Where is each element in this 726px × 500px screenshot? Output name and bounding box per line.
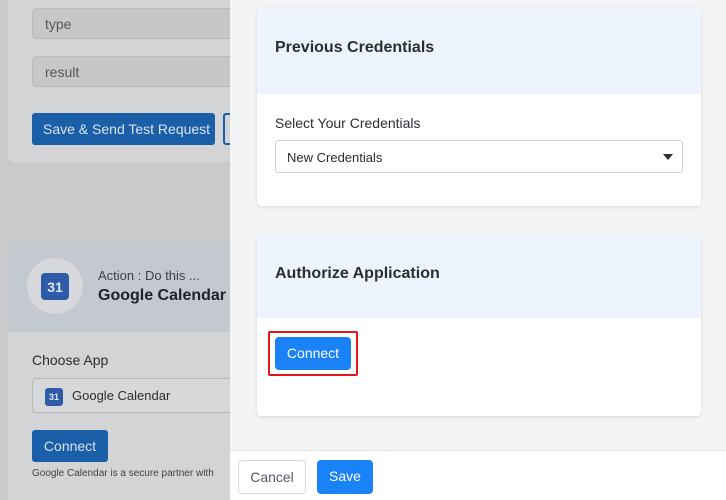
secure-partner-note: Google Calendar is a secure partner with xyxy=(32,468,214,479)
authorize-application-header: Authorize Application xyxy=(257,234,701,318)
background-page: type result Save & Send Test Request 31 … xyxy=(0,0,230,500)
action-subtitle: Action : Do this ... xyxy=(98,268,200,283)
save-send-test-button[interactable]: Save & Send Test Request xyxy=(32,113,215,145)
type-field[interactable]: type xyxy=(32,8,230,39)
select-credentials-label: Select Your Credentials xyxy=(275,115,421,131)
authorize-application-card: Authorize Application Connect xyxy=(257,234,701,416)
drawer-footer: Cancel Save xyxy=(230,450,726,500)
selected-app-text: Google Calendar xyxy=(72,388,171,403)
cancel-button[interactable]: Cancel xyxy=(238,460,306,494)
google-calendar-icon: 31 xyxy=(41,273,69,300)
caret-down-icon xyxy=(663,154,673,160)
google-calendar-icon: 31 xyxy=(45,388,63,406)
result-field[interactable]: result xyxy=(32,56,230,87)
previous-credentials-header: Previous Credentials xyxy=(257,8,701,94)
action-step-card: 31 Action : Do this ... Google Calendar … xyxy=(8,238,230,500)
previous-credentials-card: Previous Credentials Select Your Credent… xyxy=(257,8,701,206)
background-connect-button[interactable]: Connect xyxy=(32,430,108,462)
previous-credentials-title: Previous Credentials xyxy=(275,39,435,56)
credentials-select-value: New Credentials xyxy=(287,150,383,165)
secondary-button-edge[interactable] xyxy=(223,113,230,145)
credentials-select[interactable]: New Credentials xyxy=(275,140,683,173)
connect-button[interactable]: Connect xyxy=(275,337,351,370)
save-button[interactable]: Save xyxy=(317,460,373,494)
authorize-application-title: Authorize Application xyxy=(275,265,440,282)
choose-app-label: Choose App xyxy=(32,352,109,368)
credentials-drawer: Previous Credentials Select Your Credent… xyxy=(230,0,726,500)
action-app-title: Google Calendar xyxy=(98,287,227,304)
choose-app-select[interactable]: 31 Google Calendar xyxy=(32,378,230,413)
